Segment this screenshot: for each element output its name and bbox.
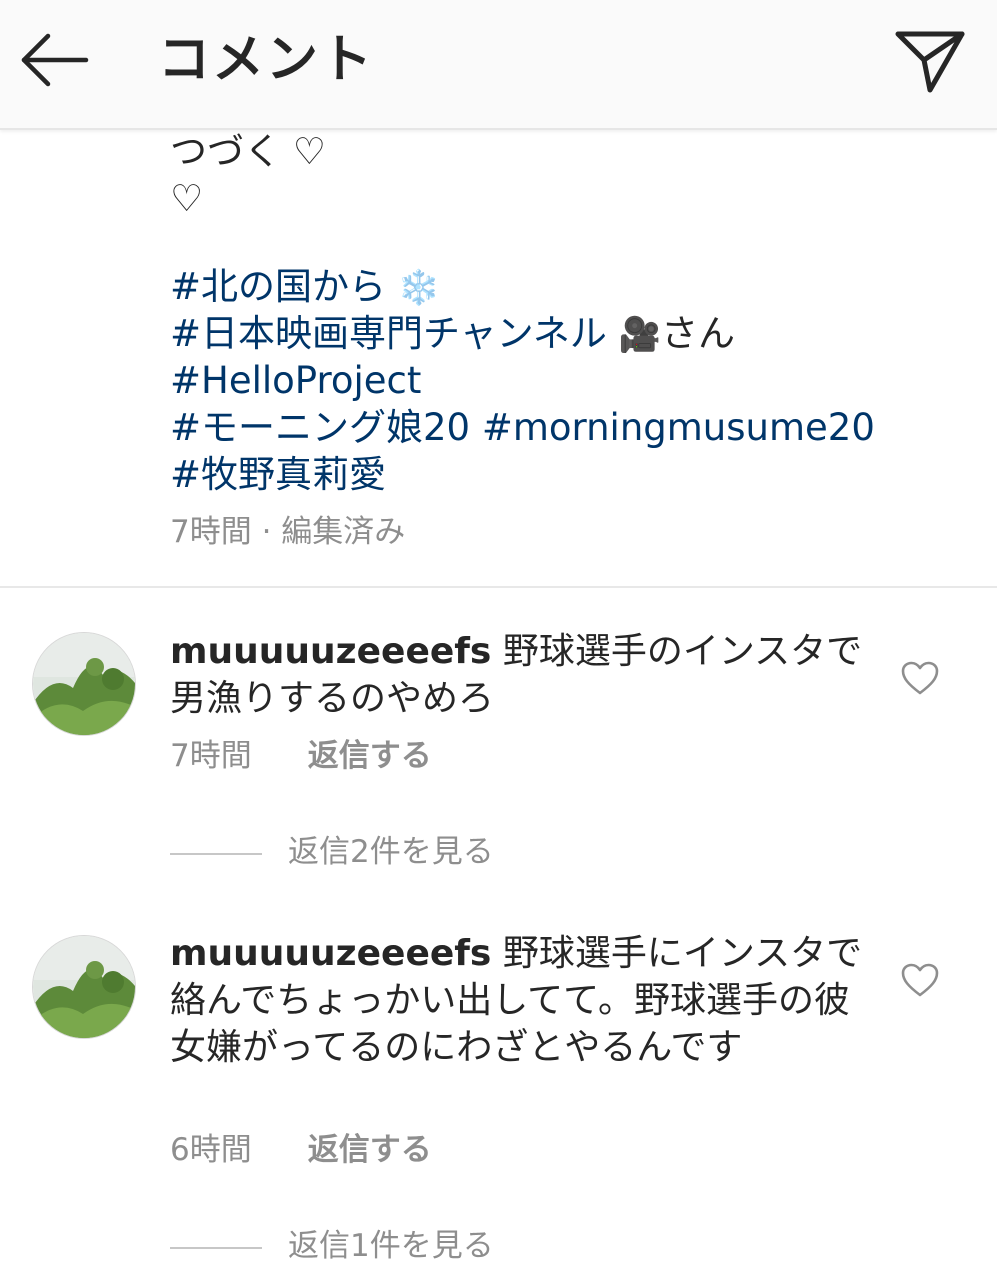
comment-time: 7時間 (170, 738, 252, 774)
post-caption: つづく ♡ ♡ #北の国から ❄️ #日本映画専門チャンネル 🎥さん #Hell… (170, 128, 950, 498)
view-replies-button[interactable]: 返信2件を見る (170, 832, 494, 872)
comment-text: muuuuuzeeeefs 野球選手にインスタで絡んでちょっかい出してて。野球選… (170, 930, 870, 1071)
caption-line: ♡ (170, 177, 204, 220)
hashtag-line: #モーニング娘20 #morningmusume20 (170, 404, 950, 451)
comment-time: 6時間 (170, 1132, 252, 1168)
reply-button[interactable]: 返信する (308, 1132, 432, 1168)
comment-meta: 7時間 返信する (170, 736, 432, 776)
snowflake-icon: ❄️ (397, 268, 441, 308)
page-title: コメント (158, 30, 375, 90)
comment-text: muuuuuzeeeefs 野球選手のインスタで男漁りするのやめろ (170, 628, 870, 722)
movie-camera-icon: 🎥 (618, 315, 662, 355)
avatar[interactable] (32, 935, 136, 1039)
view-replies-button[interactable]: 返信1件を見る (170, 1226, 494, 1266)
hashtag-line: #北の国から ❄️ (170, 263, 950, 310)
divider (0, 586, 997, 588)
avatar[interactable] (32, 632, 136, 736)
heart-icon[interactable] (900, 660, 940, 696)
view-replies-label: 返信2件を見る (288, 834, 494, 870)
comment-meta: 6時間 返信する (170, 1130, 432, 1170)
caption-timestamp: 7時間 · 編集済み (170, 514, 406, 550)
back-arrow-icon[interactable] (18, 28, 90, 92)
reply-button[interactable]: 返信する (308, 738, 432, 774)
hashtag-link[interactable]: #牧野真莉愛 (170, 453, 386, 496)
reply-line (170, 852, 262, 855)
comment-username[interactable]: muuuuuzeeeefs (170, 933, 491, 974)
comment-username[interactable]: muuuuuzeeeefs (170, 631, 491, 672)
hashtag-line: #日本映画専門チャンネル 🎥さん (170, 310, 950, 357)
top-app-bar: コメント (0, 0, 997, 130)
hashtag-link[interactable]: #北の国から (170, 265, 386, 308)
hashtag-link[interactable]: #日本映画専門チャンネル (170, 312, 607, 355)
hashtag-link[interactable]: #HelloProject (170, 359, 421, 402)
send-direct-icon[interactable] (892, 24, 968, 96)
hashtag-line: #HelloProject (170, 357, 950, 404)
view-replies-label: 返信1件を見る (288, 1228, 494, 1264)
reply-line (170, 1246, 262, 1249)
heart-icon[interactable] (900, 962, 940, 998)
caption-line: つづく ♡ (170, 130, 326, 173)
caption-suffix: さん (661, 312, 736, 355)
hashtag-line: #牧野真莉愛 (170, 451, 950, 498)
hashtag-link[interactable]: #モーニング娘20 #morningmusume20 (170, 406, 875, 449)
